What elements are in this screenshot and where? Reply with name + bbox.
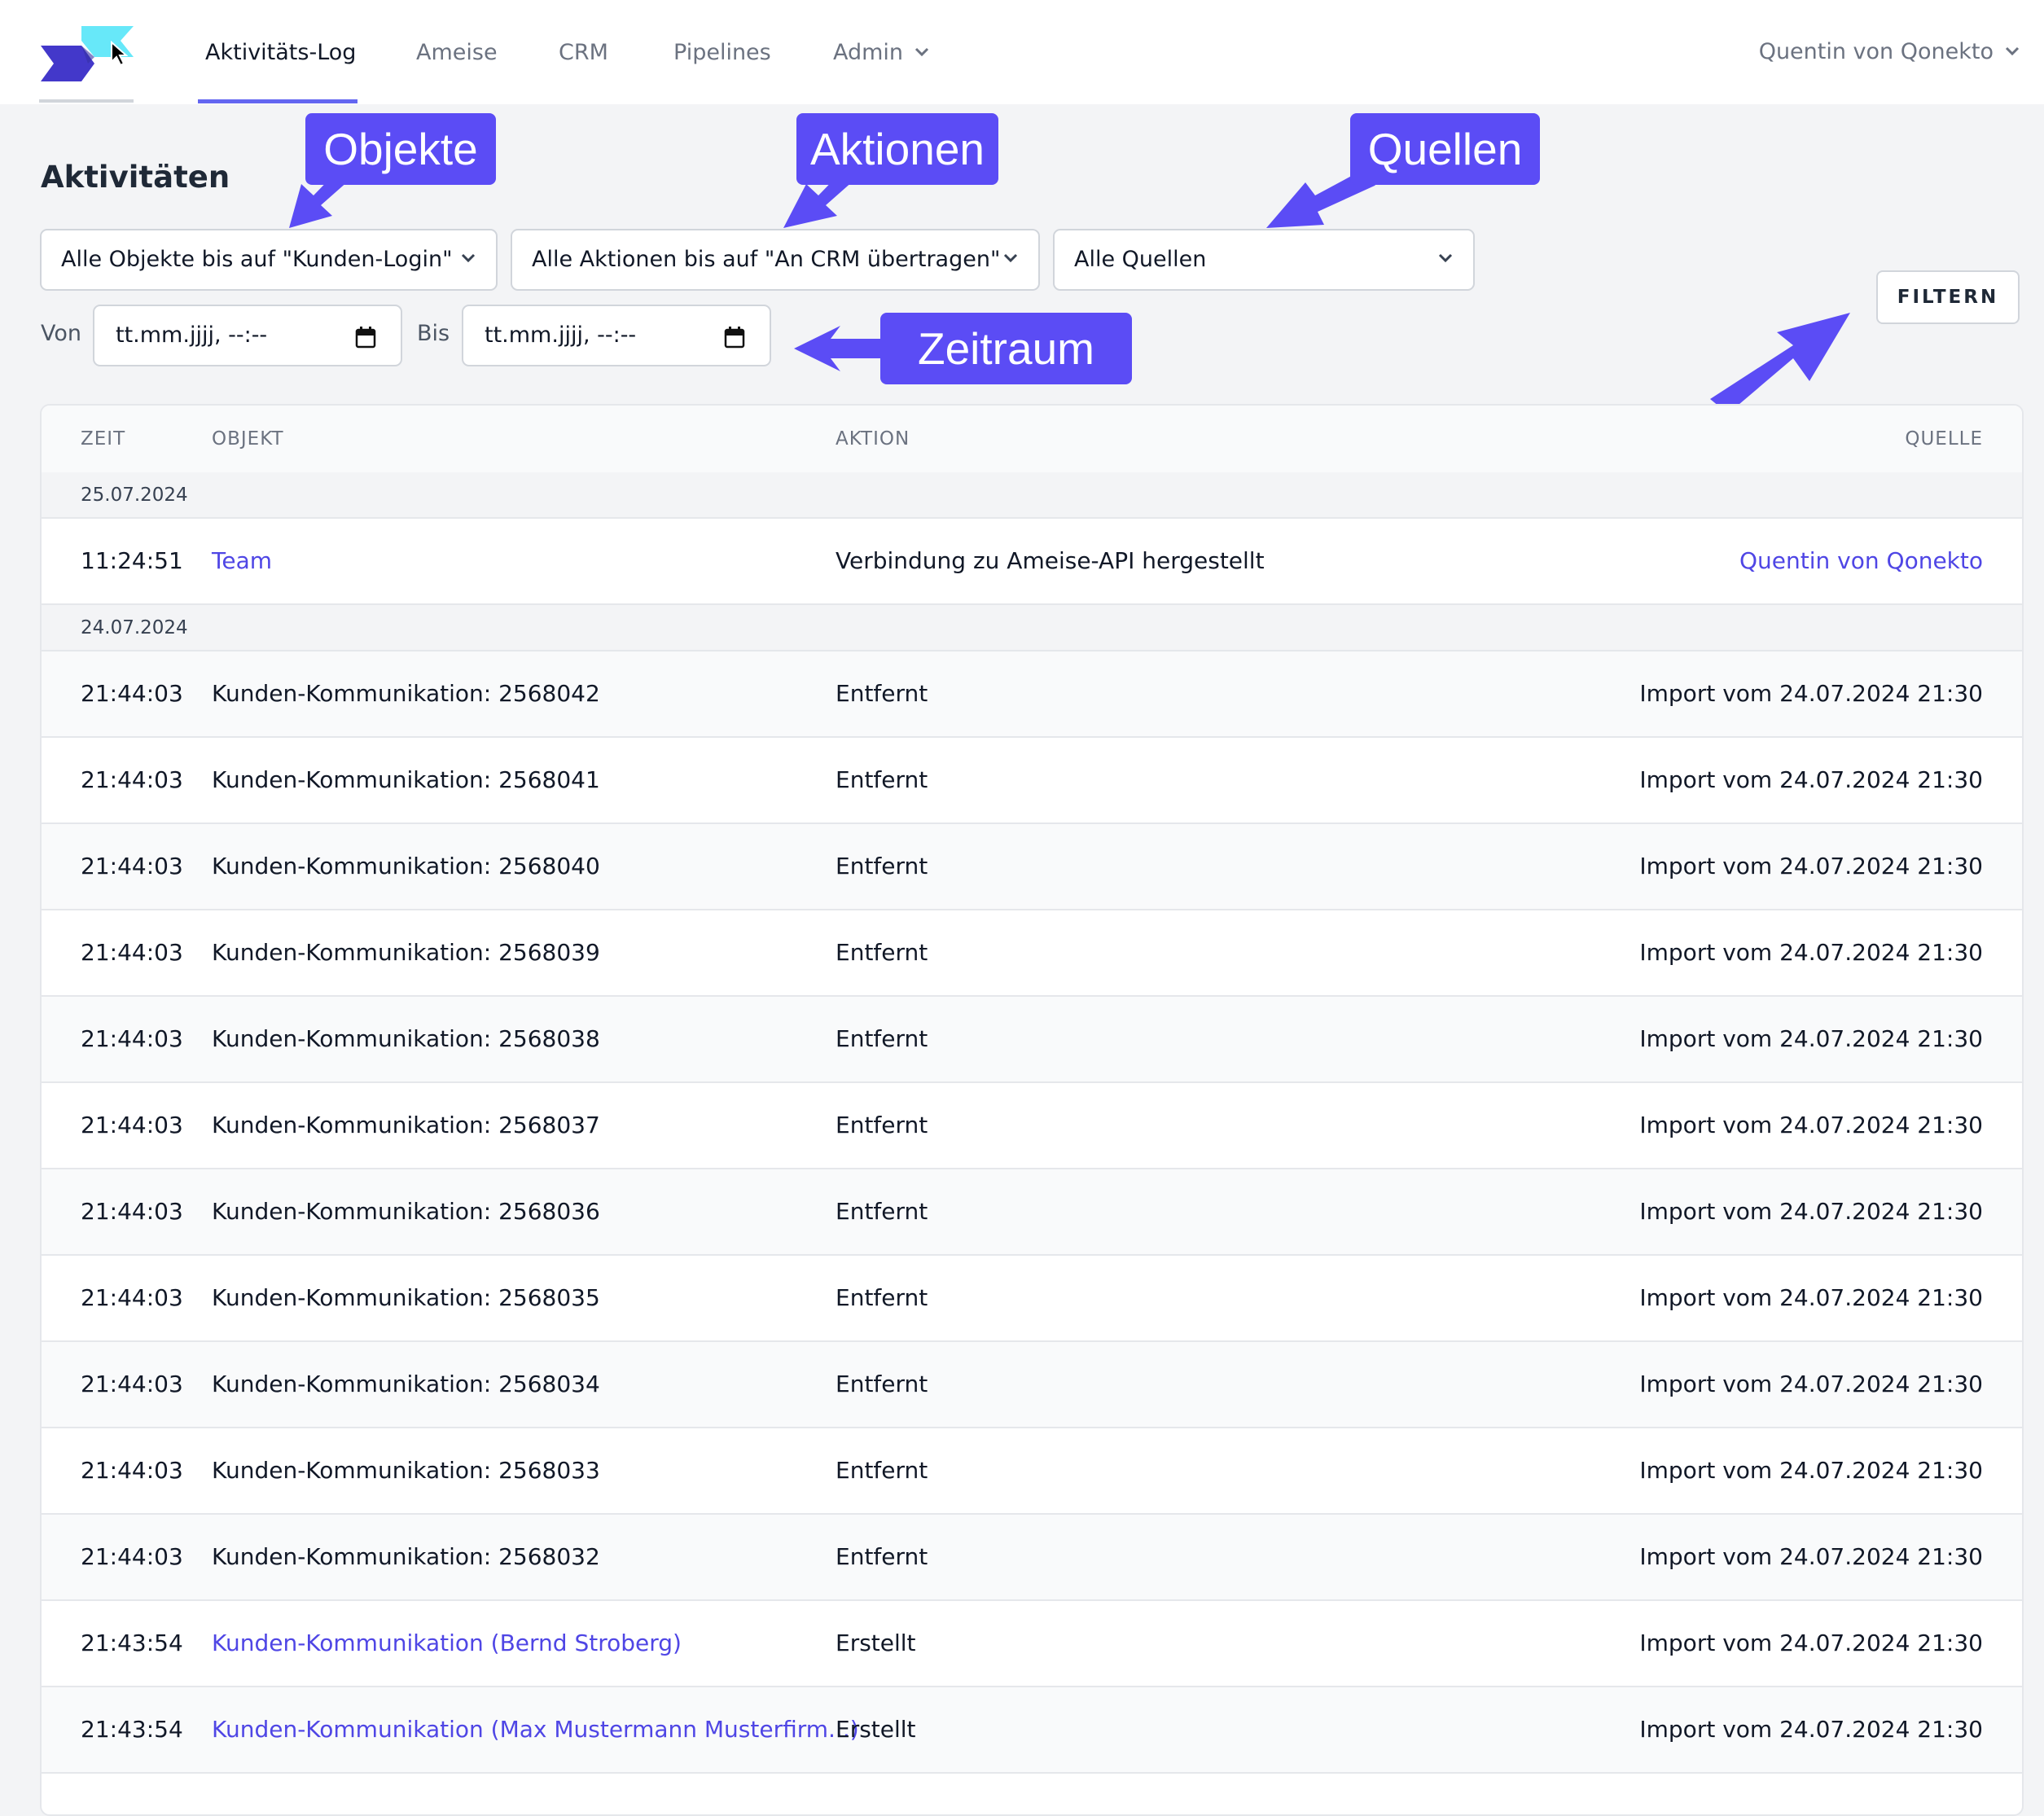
cell-object: Kunden-Kommunikation: 2568035 [212,1284,600,1311]
annotation-aktionen: Aktionen [796,113,998,185]
cell-action: Verbindung zu Ameise-API hergestellt [836,547,1265,574]
cell-time: 21:44:03 [81,766,183,793]
cell-source: Import vom 24.07.2024 21:30 [1639,766,1983,793]
table-row: 21:44:03 Kunden-Kommunikation: 2568039 E… [42,910,2022,997]
cell-object-link[interactable]: Kunden-Kommunikation (Max Mustermann Mus… [212,1687,859,1772]
cell-object-link[interactable]: Kunden-Kommunikation (Bernd Stroberg) [212,1601,682,1686]
cell-time: 21:44:03 [81,680,183,707]
cell-object: Kunden-Kommunikation: 2568038 [212,1025,600,1052]
table-row: 21:43:54 Kunden-Kommunikation (Bernd Str… [42,1601,2022,1687]
cell-time: 21:44:03 [81,853,183,879]
group-date: 25.07.2024 [81,485,188,506]
table-row: 21:43:54 Kunden-Kommunikation (Max Muste… [42,1687,2022,1774]
table-row: 21:44:03 Kunden-Kommunikation: 2568032 E… [42,1515,2022,1601]
cell-object: Kunden-Kommunikation: 2568032 [212,1543,600,1570]
cell-object: Kunden-Kommunikation: 2568037 [212,1112,600,1138]
cell-object: Kunden-Kommunikation: 2568034 [212,1371,600,1397]
annotation-objekte: Objekte [305,113,496,185]
header-source: QUELLE [1905,428,1983,450]
cell-action: Entfernt [836,853,928,879]
cell-object: Kunden-Kommunikation: 2568036 [212,1198,600,1225]
cell-source: Import vom 24.07.2024 21:30 [1639,1716,1983,1743]
cell-time: 21:44:03 [81,1371,183,1397]
table-row: 21:44:03 Kunden-Kommunikation: 2568037 E… [42,1083,2022,1169]
date-group-header: 25.07.2024 [42,472,2022,519]
cell-source: Import vom 24.07.2024 21:30 [1639,1543,1983,1570]
annotation-zeitraum: Zeitraum [880,313,1132,384]
cell-source-link[interactable]: Quentin von Qonekto [1739,519,1983,603]
cell-action: Erstellt [836,1630,916,1656]
cell-action: Entfernt [836,1198,928,1225]
cell-object: Kunden-Kommunikation: 2568039 [212,939,600,966]
cell-object: Kunden-Kommunikation: 2568040 [212,853,600,879]
header-action: AKTION [836,428,910,450]
cell-time: 21:44:03 [81,1284,183,1311]
cell-action: Entfernt [836,766,928,793]
cell-source: Import vom 24.07.2024 21:30 [1639,1371,1983,1397]
cell-source: Import vom 24.07.2024 21:30 [1639,1284,1983,1311]
cell-source: Import vom 24.07.2024 21:30 [1639,939,1983,966]
cell-source: Import vom 24.07.2024 21:30 [1639,1112,1983,1138]
table-row: 21:44:03 Kunden-Kommunikation: 2568042 E… [42,651,2022,738]
date-group-header: 24.07.2024 [42,605,2022,651]
table-row: 21:44:03 Kunden-Kommunikation: 2568035 E… [42,1256,2022,1342]
cell-time: 21:44:03 [81,939,183,966]
cell-source: Import vom 24.07.2024 21:30 [1639,1198,1983,1225]
cell-action: Entfernt [836,680,928,707]
arrow-icon [1710,313,1850,414]
cell-object: Kunden-Kommunikation: 2568033 [212,1457,600,1484]
cell-source: Import vom 24.07.2024 21:30 [1639,680,1983,707]
cell-source: Import vom 24.07.2024 21:30 [1639,1457,1983,1484]
cell-action: Entfernt [836,1025,928,1052]
cell-time: 21:44:03 [81,1025,183,1052]
table-row: 21:44:03 Kunden-Kommunikation: 2568033 E… [42,1428,2022,1515]
cell-object: Kunden-Kommunikation: 2568042 [212,680,600,707]
cell-action: Entfernt [836,1112,928,1138]
cell-time: 21:44:03 [81,1457,183,1484]
cell-time: 21:44:03 [81,1543,183,1570]
table-row: 21:44:03 Kunden-Kommunikation: 2568041 E… [42,738,2022,824]
cell-source: Import vom 24.07.2024 21:30 [1639,853,1983,879]
header-time: ZEIT [81,428,126,450]
cell-action: Entfernt [836,939,928,966]
cell-source: Import vom 24.07.2024 21:30 [1639,1025,1983,1052]
cell-action: Entfernt [836,1284,928,1311]
cell-time: 21:44:03 [81,1198,183,1225]
table-row: 21:44:03 Kunden-Kommunikation: 2568034 E… [42,1342,2022,1428]
cell-time: 21:43:54 [81,1716,183,1743]
cell-object: Kunden-Kommunikation: 2568041 [212,766,600,793]
activity-table: ZEIT OBJEKT AKTION QUELLE 25.07.2024 11:… [40,404,2024,1816]
table-row: 21:44:03 Kunden-Kommunikation: 2568036 E… [42,1169,2022,1256]
table-row: 21:44:03 Kunden-Kommunikation: 2568040 E… [42,824,2022,910]
cell-time: 11:24:51 [81,547,183,574]
group-date: 24.07.2024 [81,617,188,638]
cell-action: Entfernt [836,1371,928,1397]
table-header: ZEIT OBJEKT AKTION QUELLE [42,406,2022,474]
cell-time: 21:43:54 [81,1630,183,1656]
table-row: 21:44:03 Kunden-Kommunikation: 2568038 E… [42,997,2022,1083]
cell-object-link[interactable]: Team [212,519,272,603]
cell-action: Entfernt [836,1543,928,1570]
cell-source: Import vom 24.07.2024 21:30 [1639,1630,1983,1656]
arrow-icon [794,326,881,371]
cell-action: Entfernt [836,1457,928,1484]
cell-action: Erstellt [836,1716,916,1743]
header-object: OBJEKT [212,428,284,450]
cell-time: 21:44:03 [81,1112,183,1138]
annotation-quellen: Quellen [1350,113,1540,185]
table-row: 11:24:51 Team Verbindung zu Ameise-API h… [42,519,2022,605]
